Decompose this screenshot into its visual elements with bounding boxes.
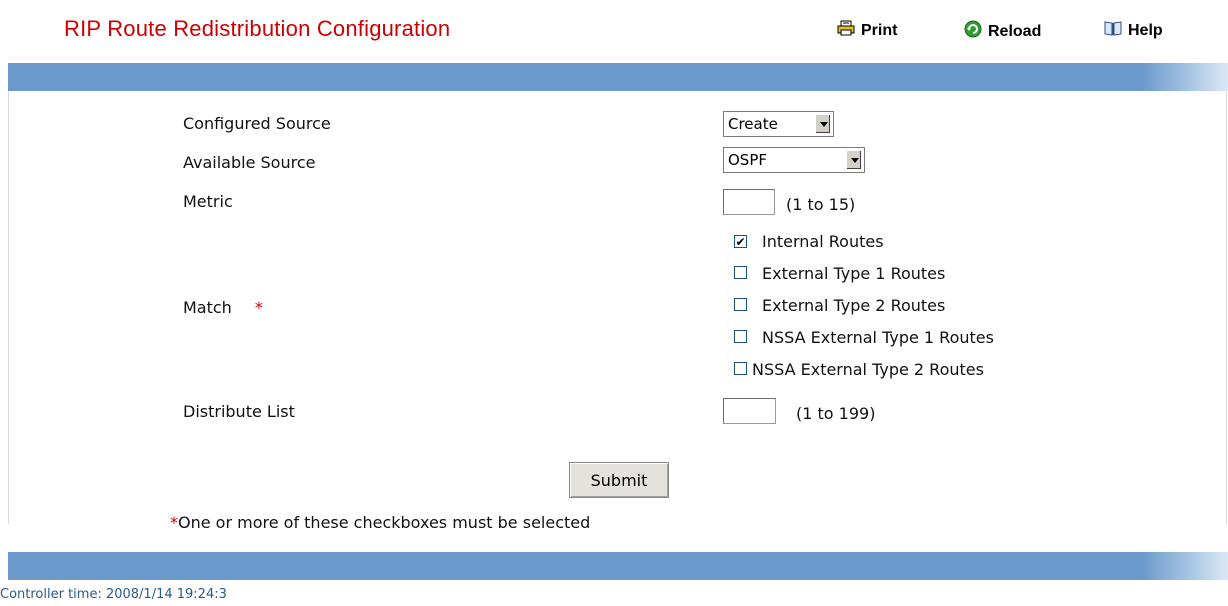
required-note: *One or more of these checkboxes must be… [170, 513, 590, 532]
nssa-external-type1-checkbox[interactable] [734, 330, 747, 343]
distribute-list-input[interactable] [723, 398, 776, 424]
available-source-value: OSPF [728, 151, 768, 169]
match-label-text: Match [183, 298, 232, 317]
external-type2-checkbox[interactable] [734, 298, 747, 311]
available-source-select[interactable]: OSPF [723, 147, 865, 173]
print-label: Print [861, 21, 898, 39]
controller-time: Controller time: 2008/1/14 19:24:3 [0, 587, 227, 602]
note-text: One or more of these checkboxes must be … [178, 513, 591, 532]
internal-routes-label: Internal Routes [762, 232, 884, 251]
note-star: * [170, 513, 178, 532]
configured-source-select[interactable]: Create [723, 111, 834, 137]
checkmark-icon: ✔ [735, 234, 746, 249]
distribute-list-label: Distribute List [183, 402, 295, 421]
help-label: Help [1128, 21, 1163, 39]
external-type1-label: External Type 1 Routes [762, 264, 946, 283]
configured-source-label: Configured Source [183, 114, 331, 133]
help-book-icon [1104, 20, 1122, 41]
reload-label: Reload [988, 22, 1042, 40]
nssa-external-type2-checkbox[interactable] [734, 362, 747, 375]
printer-icon [837, 20, 855, 41]
chevron-down-icon [815, 114, 831, 134]
required-mark: * [254, 298, 263, 317]
nssa-external-type1-label: NSSA External Type 1 Routes [762, 328, 994, 347]
distribute-list-hint: (1 to 199) [796, 404, 876, 423]
metric-input[interactable] [723, 189, 775, 215]
reload-icon [964, 20, 982, 43]
external-type2-label: External Type 2 Routes [762, 296, 946, 315]
available-source-label: Available Source [183, 153, 316, 172]
chevron-down-icon [846, 150, 862, 170]
metric-hint: (1 to 15) [786, 195, 856, 214]
configured-source-value: Create [728, 115, 778, 133]
page-title: RIP Route Redistribution Configuration [64, 16, 451, 41]
reload-button[interactable]: Reload [964, 20, 1041, 43]
external-type1-checkbox[interactable] [734, 266, 747, 279]
header-bar [8, 63, 1228, 91]
print-button[interactable]: Print [837, 20, 897, 41]
metric-label: Metric [183, 192, 233, 211]
submit-button[interactable]: Submit [569, 462, 669, 498]
footer-bar [8, 552, 1228, 580]
internal-routes-checkbox[interactable]: ✔ [734, 235, 747, 248]
nssa-external-type2-label: NSSA External Type 2 Routes [752, 360, 984, 379]
help-button[interactable]: Help [1104, 20, 1163, 41]
match-label: Match * [183, 298, 263, 317]
